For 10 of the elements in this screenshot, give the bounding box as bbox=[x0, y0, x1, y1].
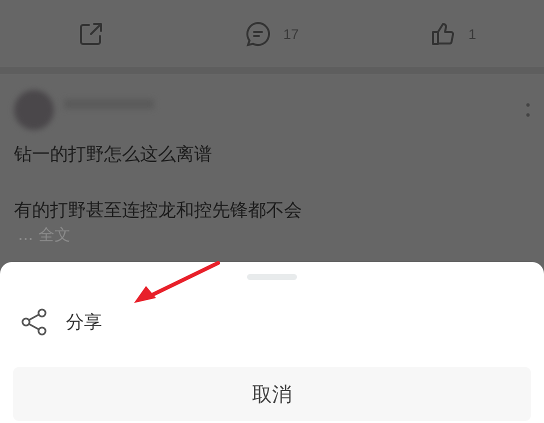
cancel-button[interactable]: 取消 bbox=[13, 367, 531, 421]
external-link-icon bbox=[78, 20, 104, 46]
avatar bbox=[14, 90, 54, 130]
post-text: 钻一的打野怎么这么离谱 bbox=[14, 143, 213, 167]
share-icon bbox=[20, 308, 48, 336]
post-text: 有的打野甚至连控龙和控先锋都不会 bbox=[14, 199, 303, 223]
more-icon[interactable] bbox=[526, 103, 530, 117]
thumbs-up-icon bbox=[430, 20, 456, 46]
share-option[interactable]: 分享 bbox=[0, 294, 544, 350]
comment-icon bbox=[245, 20, 272, 46]
